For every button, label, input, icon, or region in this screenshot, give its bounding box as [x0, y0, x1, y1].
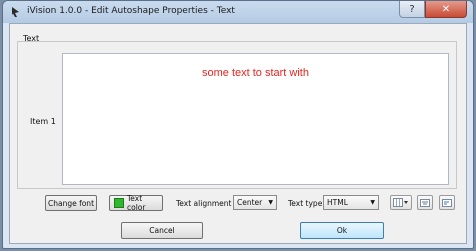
align-center-icon: [420, 198, 430, 207]
text-type-label: Text type: [288, 199, 323, 208]
text-alignment-label: Text alignment: [176, 199, 232, 208]
title-bar[interactable]: iVision 1.0.0 - Edit Autoshape Propertie…: [3, 1, 473, 23]
grid-align-button[interactable]: [390, 195, 412, 210]
close-button[interactable]: ✕: [425, 1, 467, 18]
text-editor[interactable]: some text to start with: [62, 53, 449, 185]
text-alignment-select[interactable]: Center ▼: [233, 195, 277, 210]
text-color-button[interactable]: Text color: [109, 194, 163, 212]
app-icon: [12, 7, 19, 17]
help-button[interactable]: ?: [399, 1, 425, 18]
chevron-down-icon: ▼: [370, 199, 375, 206]
cancel-button[interactable]: Cancel: [121, 222, 203, 239]
grid-align-icon: [393, 198, 408, 207]
item-label: Item 1: [30, 117, 56, 126]
color-swatch: [114, 198, 124, 208]
chevron-down-icon: ▼: [268, 199, 273, 206]
text-color-label: Text color: [127, 194, 146, 212]
align-center-button[interactable]: [417, 195, 433, 210]
align-left-button[interactable]: [439, 195, 455, 210]
text-type-select[interactable]: HTML ▼: [323, 195, 379, 210]
window-controls: ? ✕: [399, 1, 467, 19]
align-left-icon: [442, 198, 452, 207]
text-alignment-value: Center: [237, 198, 263, 207]
window-title: iVision 1.0.0 - Edit Autoshape Propertie…: [27, 6, 235, 16]
ok-button[interactable]: Ok: [300, 222, 384, 239]
text-group-label: Text: [23, 34, 40, 43]
dialog-window: iVision 1.0.0 - Edit Autoshape Propertie…: [2, 0, 474, 249]
change-font-button[interactable]: Change font: [45, 195, 97, 211]
text-type-value: HTML: [327, 198, 348, 207]
